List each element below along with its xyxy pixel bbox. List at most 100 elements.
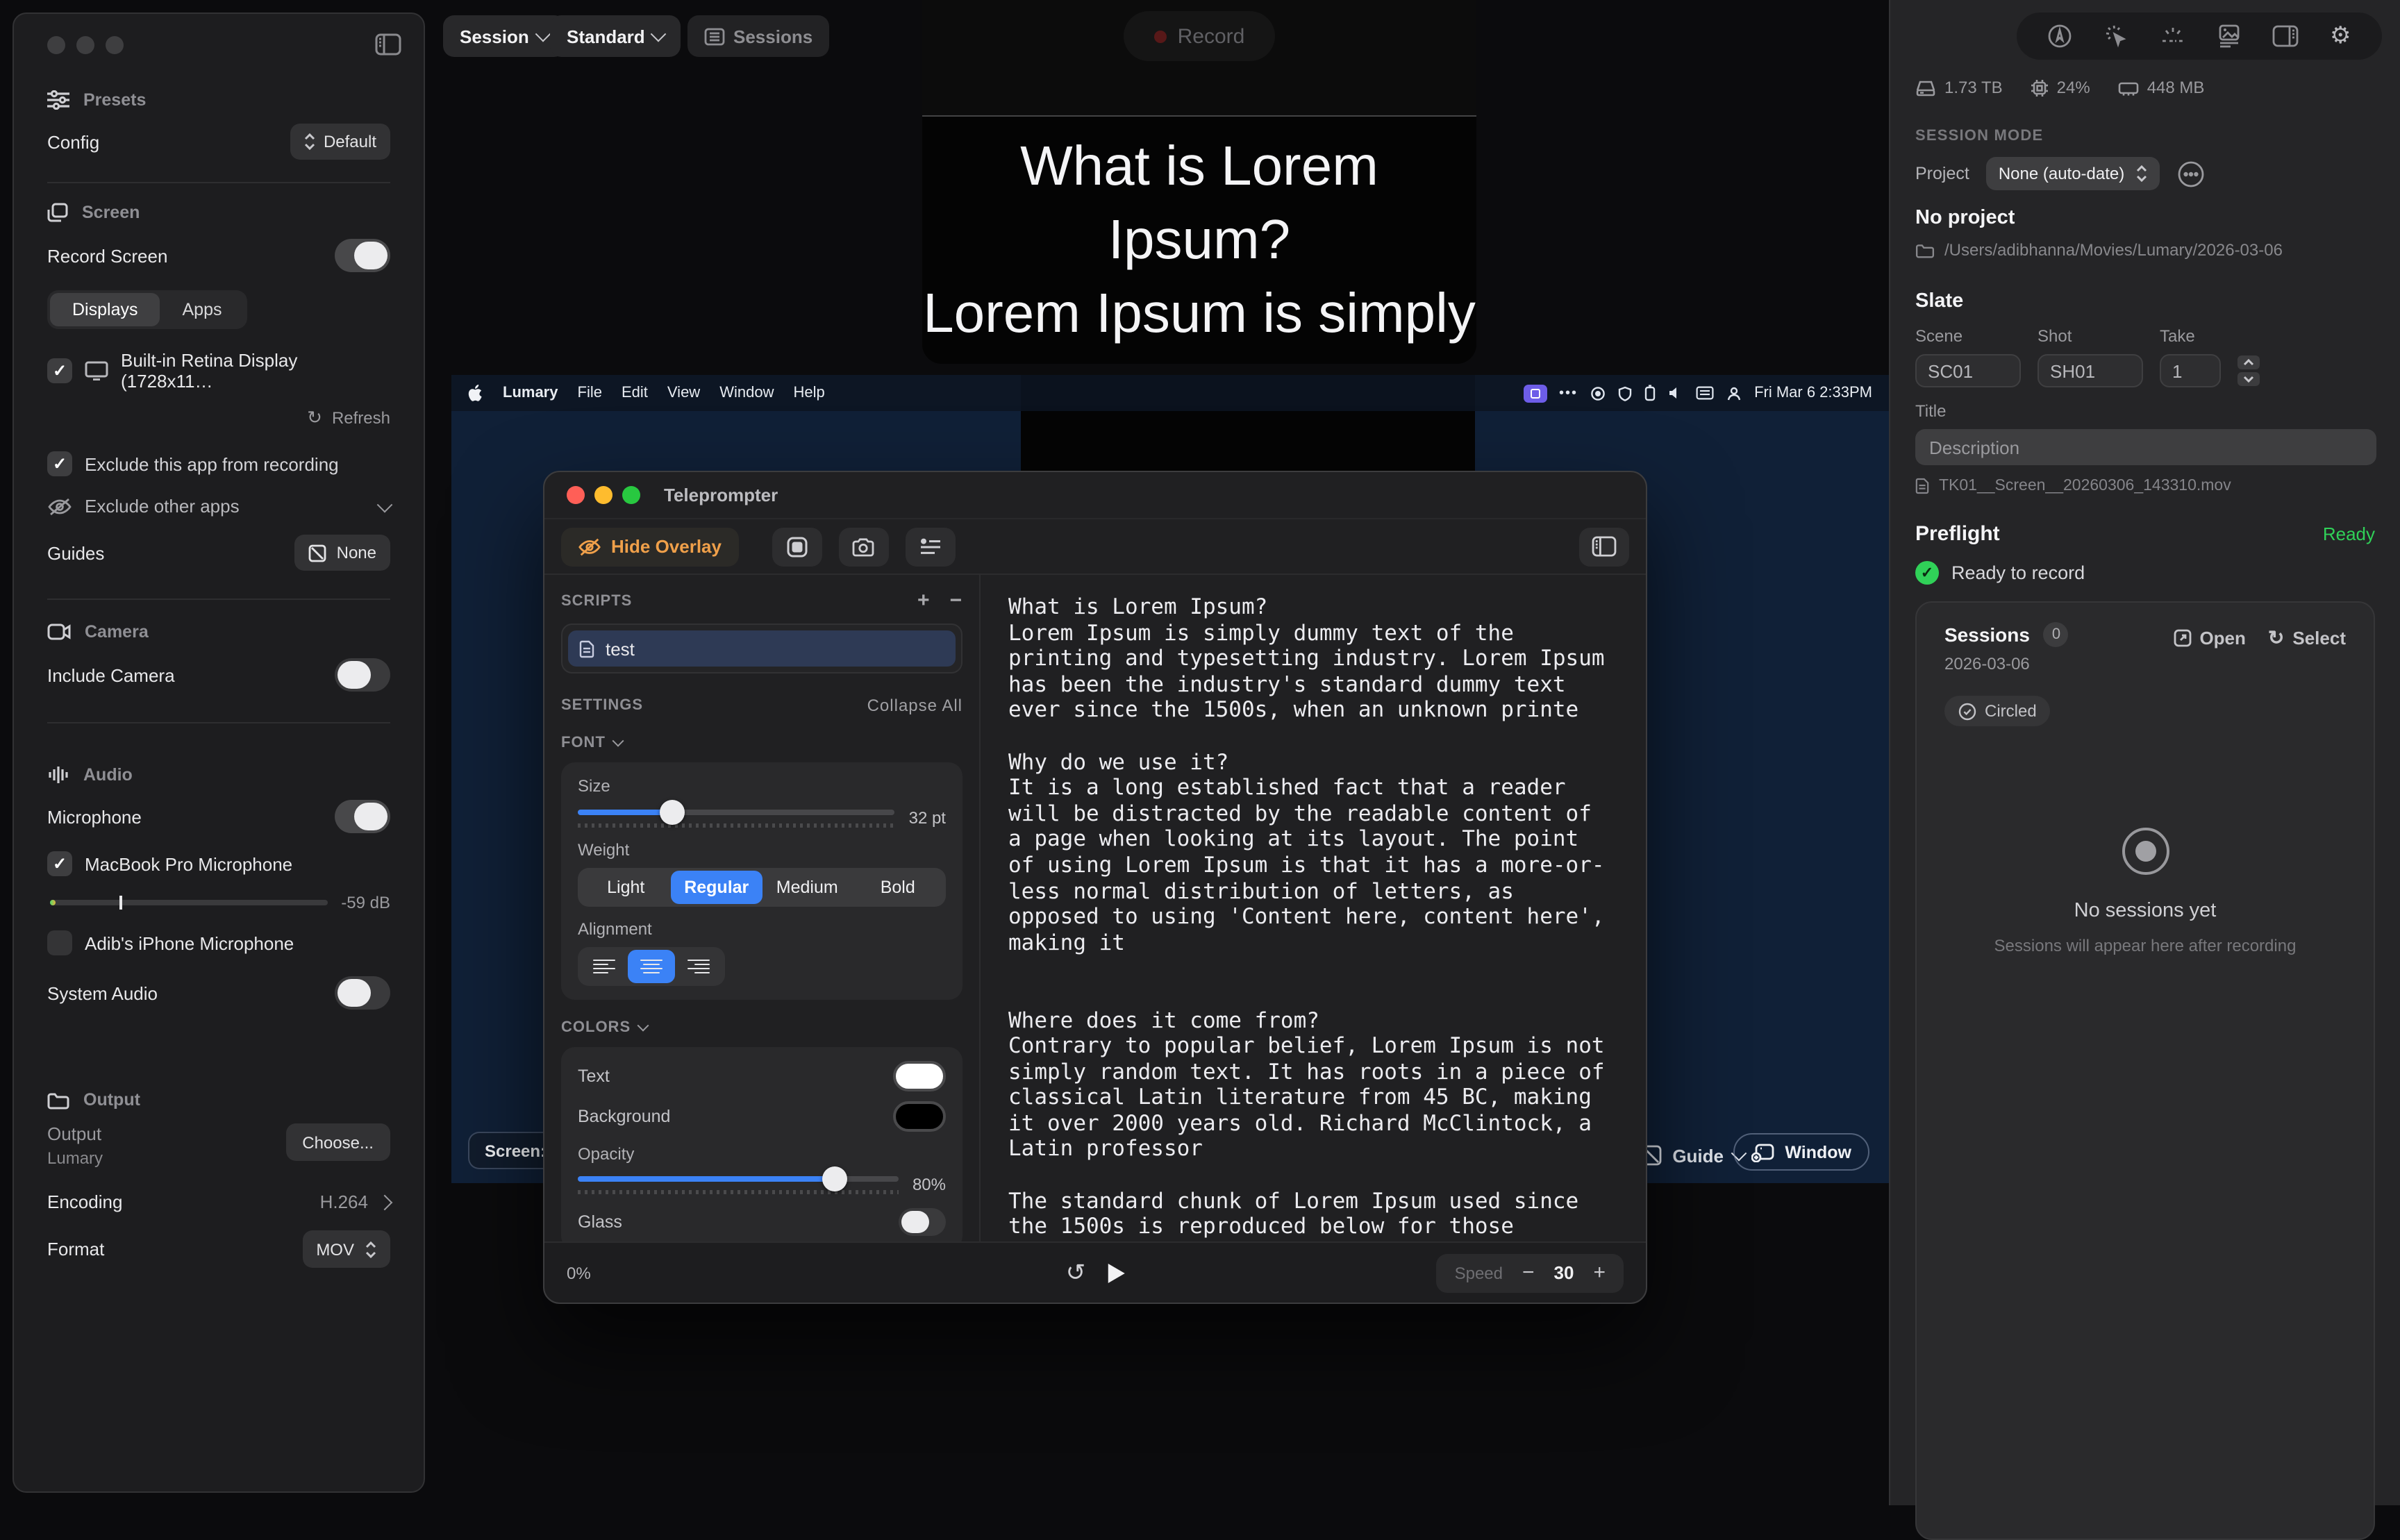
font-section-header[interactable]: FONT — [561, 735, 606, 751]
remove-script-button[interactable]: − — [949, 589, 962, 612]
align-left-button[interactable] — [581, 950, 628, 983]
take-label: Take — [2160, 326, 2195, 346]
project-more-button[interactable] — [2176, 159, 2205, 188]
minimize-button[interactable] — [76, 36, 94, 54]
mac-mic-checkbox[interactable]: ✓ — [47, 851, 72, 876]
hide-overlay-button[interactable]: Hide Overlay — [561, 527, 738, 566]
settings-gear-icon[interactable]: ⚙ — [2330, 22, 2351, 50]
menubar-battery-icon[interactable] — [1644, 385, 1656, 401]
take-input[interactable] — [2160, 354, 2221, 387]
microphone-toggle[interactable] — [335, 800, 390, 833]
menubar-volume-icon[interactable] — [1668, 386, 1683, 400]
guides-select[interactable]: None — [295, 535, 390, 571]
opacity-slider[interactable] — [578, 1175, 899, 1181]
camera-section-title: Camera — [85, 622, 149, 642]
menubar-clock[interactable]: Fri Mar 6 2:33PM — [1754, 385, 1872, 401]
exclude-other-apps-label[interactable]: Exclude other apps — [85, 496, 240, 517]
minimize-button[interactable] — [594, 486, 612, 504]
tab-apps[interactable]: Apps — [160, 293, 244, 326]
checklist-button[interactable] — [905, 527, 955, 566]
chevron-right-icon[interactable] — [377, 1194, 393, 1210]
window-capture-button[interactable]: Window — [1733, 1133, 1869, 1171]
ready-text: Ready to record — [1951, 562, 2085, 583]
tab-displays[interactable]: Displays — [50, 293, 160, 326]
menu-file[interactable]: File — [578, 385, 602, 401]
size-slider[interactable] — [578, 809, 895, 814]
speed-increase-button[interactable]: + — [1593, 1261, 1606, 1284]
audio-section-title: Audio — [83, 765, 133, 785]
zoom-button[interactable] — [622, 486, 640, 504]
menubar-keyboard-icon[interactable] — [1696, 386, 1714, 400]
camera-snapshot-button[interactable] — [838, 527, 888, 566]
teleprompter-titlebar[interactable]: Teleprompter — [544, 472, 1646, 519]
select-sessions-button[interactable]: ↻ Select — [2268, 626, 2346, 650]
include-camera-toggle[interactable] — [335, 658, 390, 692]
restart-button[interactable]: ↺ — [1066, 1259, 1086, 1287]
record-button[interactable]: Record — [1124, 11, 1276, 61]
take-stepper[interactable] — [2238, 355, 2260, 386]
open-sessions-button[interactable]: Open — [2173, 628, 2245, 648]
session-menu-button[interactable]: Session — [443, 15, 565, 57]
sidebar-toggle-icon[interactable] — [375, 33, 401, 56]
mode-menu-button[interactable]: Standard — [550, 15, 681, 57]
title-input[interactable] — [1915, 429, 2376, 465]
chevron-down-icon[interactable] — [377, 496, 393, 512]
script-item-selected[interactable]: test — [568, 630, 956, 667]
weight-regular[interactable]: Regular — [672, 871, 762, 904]
record-screen-toggle[interactable] — [335, 239, 390, 272]
annotate-icon[interactable] — [2048, 24, 2073, 49]
sessions-button[interactable]: Sessions — [688, 15, 829, 57]
add-script-button[interactable]: + — [917, 589, 931, 612]
menubar-more-icon[interactable]: ••• — [1559, 385, 1578, 401]
dim-lights-icon[interactable] — [2160, 25, 2186, 47]
speed-decrease-button[interactable]: − — [1522, 1261, 1535, 1284]
collapse-all-button[interactable]: Collapse All — [867, 696, 962, 715]
display-checkbox[interactable]: ✓ — [47, 358, 72, 383]
colors-section-header[interactable]: COLORS — [561, 1019, 631, 1036]
cursor-click-icon[interactable] — [2103, 24, 2128, 49]
menubar-app-extra-icon[interactable] — [1523, 384, 1547, 402]
background-color-swatch[interactable] — [893, 1101, 946, 1132]
exclude-app-checkbox[interactable]: ✓ — [47, 451, 72, 476]
close-button[interactable] — [567, 486, 585, 504]
script-text-area[interactable]: What is Lorem Ipsum? Lorem Ipsum is simp… — [981, 575, 1646, 1241]
weight-light[interactable]: Light — [581, 871, 672, 904]
menu-view[interactable]: View — [667, 385, 700, 401]
shot-input[interactable] — [2038, 354, 2143, 387]
align-right-button[interactable] — [675, 950, 722, 983]
eye-slash-icon — [578, 537, 601, 556]
menubar-user-icon[interactable] — [1726, 385, 1742, 401]
system-audio-toggle[interactable] — [335, 976, 390, 1010]
glass-toggle[interactable] — [899, 1208, 946, 1236]
thumbnail-icon[interactable] — [2217, 24, 2242, 49]
guide-control[interactable]: Guide — [1640, 1144, 1744, 1166]
scene-input[interactable] — [1915, 354, 2021, 387]
list-icon — [704, 27, 725, 45]
overlay-position-button[interactable] — [772, 527, 822, 566]
window-controls[interactable] — [47, 14, 390, 54]
zoom-button[interactable] — [106, 36, 124, 54]
choose-output-button[interactable]: Choose... — [285, 1123, 390, 1161]
menu-window[interactable]: Window — [719, 385, 774, 401]
text-color-swatch[interactable] — [893, 1061, 946, 1091]
sidebar-toggle-button[interactable] — [1579, 527, 1629, 566]
circled-filter-pill[interactable]: Circled — [1944, 696, 2051, 726]
teleprompter-window: Teleprompter Hide Overlay SCRIP — [543, 471, 1647, 1304]
menu-edit[interactable]: Edit — [622, 385, 648, 401]
play-button[interactable] — [1108, 1263, 1124, 1282]
menubar-shield-icon[interactable] — [1618, 385, 1632, 401]
refresh-button[interactable]: Refresh — [332, 408, 390, 428]
align-center-button[interactable] — [628, 950, 675, 983]
menubar-status-icon[interactable] — [1590, 385, 1606, 401]
project-select[interactable]: None (auto-date) — [1986, 157, 2159, 190]
memory-usage: 448 MB — [2147, 78, 2205, 97]
close-button[interactable] — [47, 36, 65, 54]
weight-bold[interactable]: Bold — [853, 871, 944, 904]
config-select[interactable]: Default — [290, 124, 390, 160]
sidebar-right-icon[interactable] — [2273, 25, 2299, 47]
weight-medium[interactable]: Medium — [762, 871, 853, 904]
apple-logo-icon — [468, 384, 483, 402]
iphone-mic-checkbox[interactable]: ✓ — [47, 930, 72, 955]
format-select[interactable]: MOV — [302, 1230, 390, 1268]
menu-help[interactable]: Help — [793, 385, 824, 401]
